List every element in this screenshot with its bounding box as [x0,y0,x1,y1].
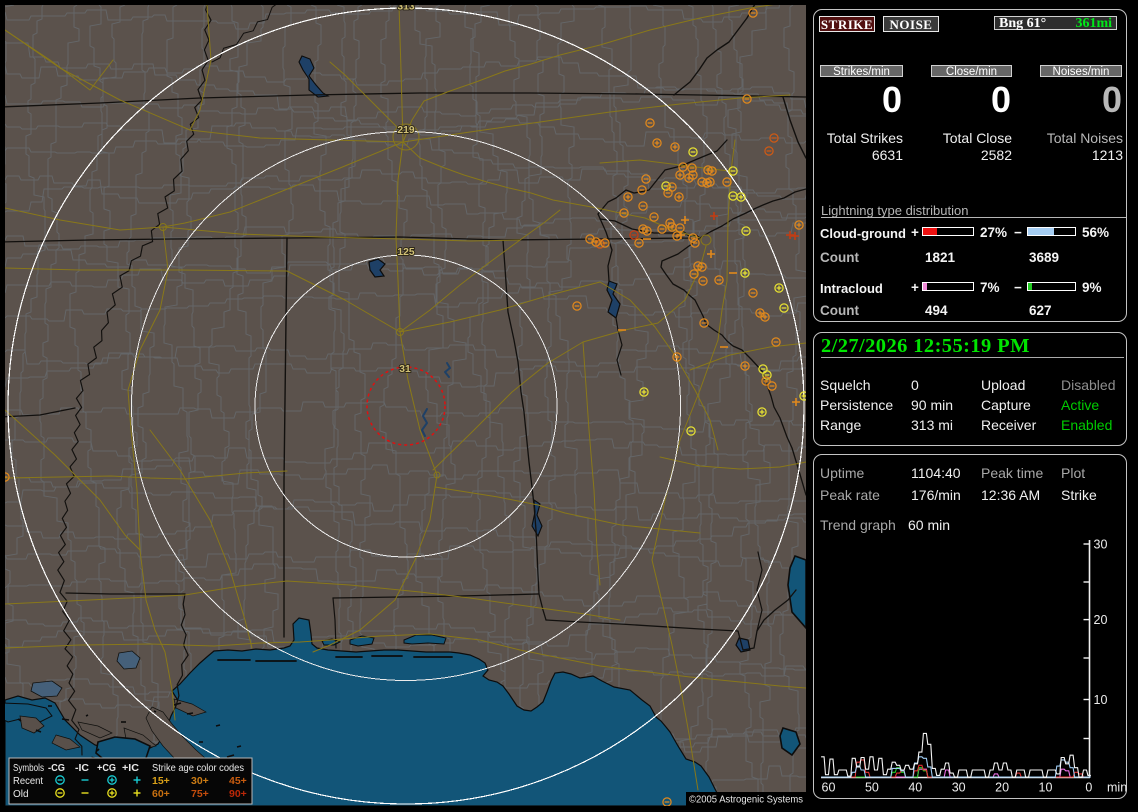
svg-text:+CG: +CG [97,763,116,774]
svg-text:©2005 Astrogenic Systems: ©2005 Astrogenic Systems [689,794,803,806]
svg-text:15+: 15+ [152,775,170,787]
svg-text:30: 30 [952,781,966,795]
svg-text:60+: 60+ [152,788,170,800]
svg-text:30+: 30+ [191,775,209,787]
svg-text:0: 0 [1085,781,1092,795]
svg-text:31: 31 [399,364,411,375]
svg-text:-IC: -IC [75,763,89,774]
svg-text:40: 40 [908,781,922,795]
svg-text:50: 50 [865,781,879,795]
svg-text:Recent: Recent [13,776,43,787]
svg-text:Symbols: Symbols [13,763,44,774]
svg-text:min: min [1107,781,1127,795]
svg-text:-CG: -CG [48,763,65,774]
svg-text:90+: 90+ [229,788,247,800]
svg-text:75+: 75+ [191,788,209,800]
svg-text:20: 20 [995,781,1009,795]
svg-text:+IC: +IC [122,763,139,774]
svg-text:219: 219 [397,125,414,136]
svg-text:125: 125 [397,247,414,258]
svg-text:Old: Old [13,789,29,800]
svg-text:45+: 45+ [229,775,247,787]
svg-text:60: 60 [822,781,836,795]
svg-text:20: 20 [1094,613,1108,627]
svg-text:313: 313 [397,5,414,13]
svg-text:10: 10 [1094,693,1108,707]
svg-text:10: 10 [1039,781,1053,795]
svg-text:Strike age color codes: Strike age color codes [152,763,244,774]
svg-text:30: 30 [1094,538,1108,552]
